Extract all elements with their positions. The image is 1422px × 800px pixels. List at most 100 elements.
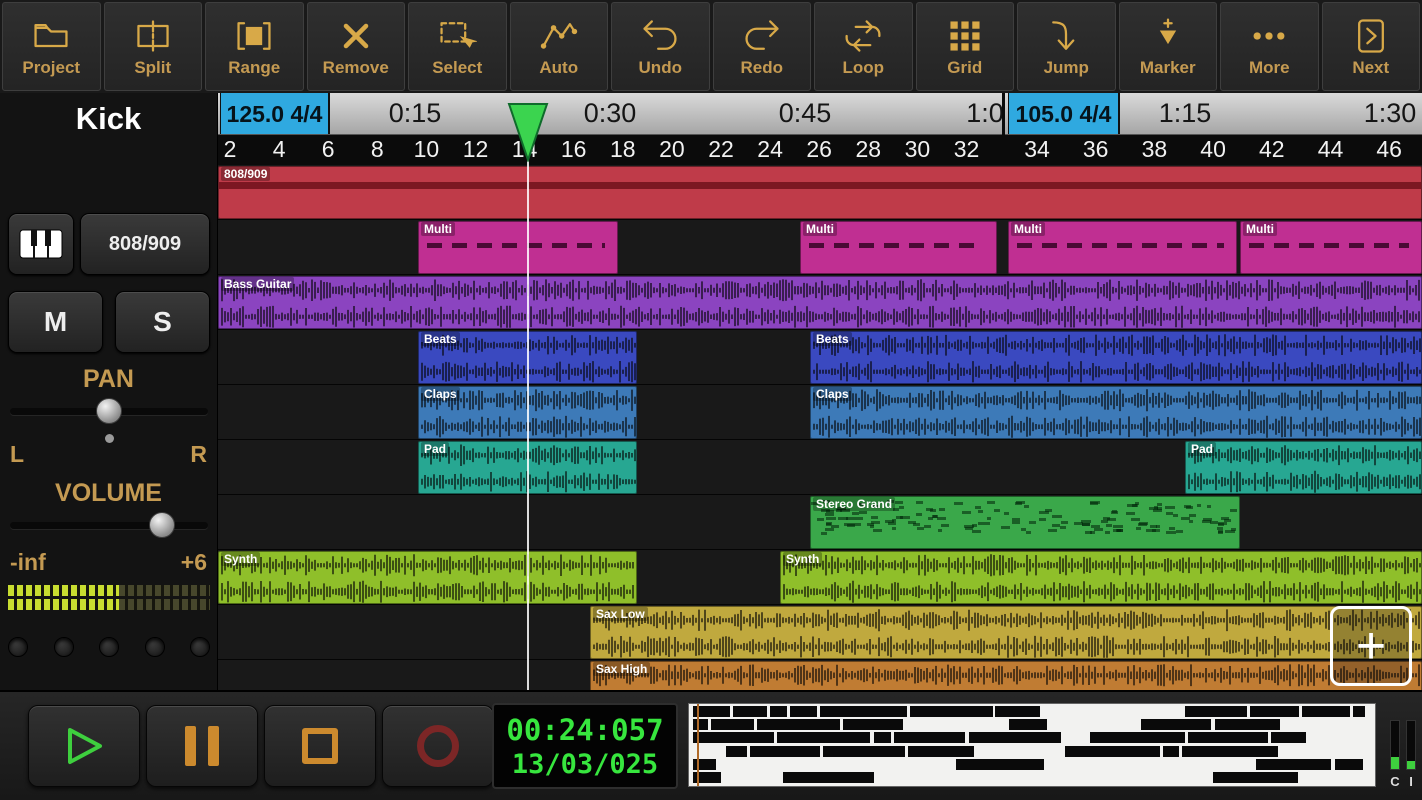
record-button[interactable]: [382, 705, 494, 787]
clip-label: Synth: [221, 552, 261, 566]
more-icon: [1253, 31, 1285, 40]
piano-keyboard-icon: [19, 229, 63, 259]
remove-x-icon: [343, 23, 369, 48]
clip[interactable]: Beats: [810, 331, 1422, 384]
toolbar-button-label: Auto: [539, 57, 579, 77]
date-display: 13/03/025: [511, 748, 659, 780]
bar-number: 36: [1082, 136, 1109, 162]
level-meter-right: [8, 599, 210, 610]
clip[interactable]: Stereo Grand: [810, 496, 1240, 549]
pan-slider-thumb[interactable]: [96, 398, 122, 424]
clip[interactable]: Multi: [800, 221, 997, 274]
instrument-select-button[interactable]: 808/909: [80, 213, 210, 275]
clip-label: Beats: [813, 332, 852, 346]
automation-icon: [540, 22, 577, 49]
toolbar-button-remove[interactable]: Remove: [306, 2, 405, 91]
toolbar-button-project[interactable]: Project: [2, 2, 101, 91]
track-row-synth: Synth Synth: [218, 550, 1422, 605]
pan-right-label: R: [190, 441, 207, 467]
clip[interactable]: Pad: [1185, 441, 1422, 494]
tempo-section-divider: [1002, 93, 1005, 165]
clip[interactable]: Synth: [218, 551, 637, 604]
pause-button[interactable]: [146, 705, 258, 787]
bar-number: 2: [223, 136, 237, 162]
tempo-marker[interactable]: 125.0 4/4: [220, 93, 330, 134]
toolbar-button-select[interactable]: Select: [408, 2, 507, 91]
clip[interactable]: Multi: [1240, 221, 1422, 274]
clip[interactable]: Multi: [418, 221, 618, 274]
bar-number: 10: [413, 136, 440, 162]
timeline-ruler[interactable]: 0:15 0:30 0:45 1:0 1:15 1:30 125.0 4/4 105.0 4/…: [218, 93, 1422, 135]
toolbar-button-label: Redo: [740, 57, 784, 77]
stop-icon: [302, 728, 338, 764]
arrangement-area[interactable]: 808/909 Multi Multi Multi Multi Bass Guitar Be…: [218, 165, 1422, 690]
toolbar-button-label: Loop: [842, 57, 885, 77]
clip-label: 808/909: [221, 167, 271, 181]
volume-slider[interactable]: [8, 511, 210, 539]
clip[interactable]: 808/909: [218, 166, 1422, 219]
bar-number: 20: [659, 136, 685, 162]
toolbar-button-marker[interactable]: Marker: [1118, 2, 1217, 91]
level-meter-left: [8, 585, 210, 596]
bar-number: 12: [462, 136, 489, 162]
toolbar-button-grid[interactable]: Grid: [915, 2, 1014, 91]
time-label: 0:45: [778, 98, 832, 128]
clip-label: Beats: [421, 332, 460, 346]
clip-label: Pad: [1188, 442, 1217, 456]
stop-button[interactable]: [264, 705, 376, 787]
clip-label: Claps: [813, 387, 852, 401]
clip[interactable]: Sax High: [590, 661, 1422, 690]
clip[interactable]: Multi: [1008, 221, 1237, 274]
instrument-keyboard-button[interactable]: [8, 213, 74, 275]
clip[interactable]: Bass Guitar: [218, 276, 1422, 329]
bar-number: 28: [855, 136, 882, 162]
toolbar-button-redo[interactable]: Redo: [712, 2, 811, 91]
toolbar-button-range[interactable]: Range: [205, 2, 304, 91]
time-label: 1:0: [966, 98, 1004, 128]
pan-slider[interactable]: [8, 397, 210, 425]
toolbar-button-label: Next: [1352, 57, 1390, 77]
bar-number: 18: [610, 136, 636, 162]
clip-label: Synth: [783, 552, 823, 566]
clip-label: Multi: [421, 222, 455, 236]
time-display[interactable]: 00:24:057 13/03/025: [492, 703, 678, 789]
toolbar-button-auto[interactable]: Auto: [509, 2, 608, 91]
toolbar-button-next[interactable]: Next: [1321, 2, 1420, 91]
indicator-dot: [8, 637, 28, 657]
mute-button[interactable]: M: [8, 291, 103, 353]
clip-label: Sax Low: [593, 607, 648, 621]
bar-number: 38: [1141, 136, 1168, 162]
add-track-button[interactable]: +: [1330, 606, 1412, 686]
bar-number: 46: [1376, 136, 1402, 162]
tempo-marker[interactable]: 105.0 4/4: [1008, 93, 1120, 134]
toolbar-button-split[interactable]: Split: [103, 2, 202, 91]
volume-slider-thumb[interactable]: [148, 512, 175, 538]
toolbar-button-undo[interactable]: Undo: [611, 2, 710, 91]
folder-icon: [34, 23, 68, 47]
bar-number: 22: [708, 136, 734, 162]
clip-label: Multi: [803, 222, 837, 236]
arrangement-overview[interactable]: [688, 703, 1376, 787]
bar-number: 44: [1317, 136, 1344, 162]
bar-number: 26: [806, 136, 832, 162]
meter-label: C: [1390, 774, 1400, 789]
track-row-sax-high: Sax High: [218, 660, 1422, 690]
toolbar-button-more[interactable]: More: [1220, 2, 1319, 91]
clip[interactable]: Sax Low: [590, 606, 1422, 659]
pan-label: PAN: [83, 365, 134, 393]
range-icon: [237, 21, 271, 50]
play-button[interactable]: [28, 705, 140, 787]
pan-scale: L R: [10, 441, 207, 468]
toolbar-button-jump[interactable]: Jump: [1017, 2, 1116, 91]
solo-button[interactable]: S: [115, 291, 210, 353]
playhead-marker[interactable]: [507, 102, 549, 162]
bar-number: 6: [321, 136, 335, 162]
clip[interactable]: Claps: [810, 386, 1422, 439]
clip[interactable]: Synth: [780, 551, 1422, 604]
bar-number-ruler[interactable]: 2468101214161820222426283032343638404244…: [218, 135, 1422, 165]
output-meter-right: [1406, 720, 1416, 770]
panel-indicator-dots: [8, 637, 210, 657]
toolbar-button-label: Grid: [947, 57, 983, 77]
clip-label: Pad: [421, 442, 450, 456]
toolbar-button-loop[interactable]: Loop: [814, 2, 913, 91]
